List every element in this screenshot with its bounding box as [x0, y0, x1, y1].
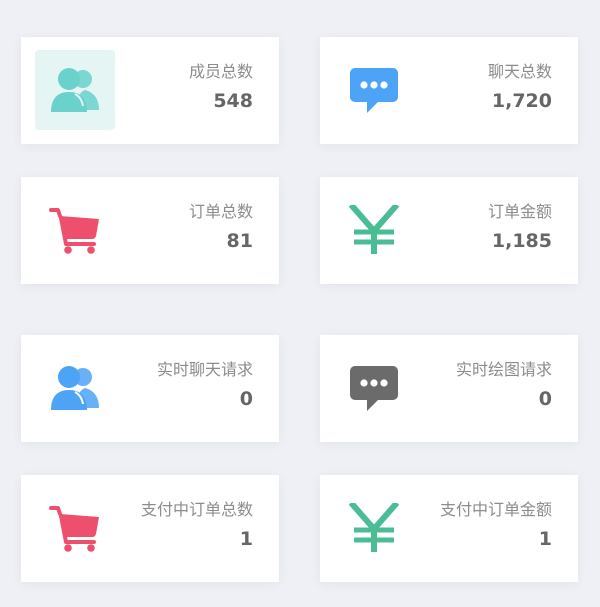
stat-value: 1	[239, 528, 253, 550]
users-icon	[35, 50, 115, 130]
stat-card-orders[interactable]: 订单总数 81	[21, 177, 279, 284]
stat-value: 0	[239, 388, 253, 410]
yen-icon	[334, 190, 414, 270]
stat-label: 成员总数	[188, 62, 253, 81]
stat-label: 支付中订单总数	[140, 500, 253, 519]
stat-card-realtime-chat[interactable]: 实时聊天请求 0	[21, 335, 279, 442]
chat-bubble-icon	[334, 348, 414, 428]
stat-value: 1,185	[491, 230, 552, 252]
shopping-cart-icon	[35, 190, 115, 270]
stat-value: 548	[213, 90, 253, 112]
yen-icon	[334, 488, 414, 568]
stat-card-order-amount[interactable]: 订单金额 1,185	[320, 177, 578, 284]
stat-card-members[interactable]: 成员总数 548	[21, 37, 279, 144]
dashboard-stats: 成员总数 548 聊天总数 1,720 订单总数 81 订单金额 1,185 实…	[0, 0, 600, 607]
stat-card-pending-orders[interactable]: 支付中订单总数 1	[21, 475, 279, 582]
stat-value: 81	[226, 230, 253, 252]
stat-card-realtime-draw[interactable]: 实时绘图请求 0	[320, 335, 578, 442]
users-icon	[35, 348, 115, 428]
stat-value: 1,720	[491, 90, 552, 112]
chat-bubble-icon	[334, 50, 414, 130]
stat-card-pending-amount[interactable]: 支付中订单金额 1	[320, 475, 578, 582]
stat-label: 聊天总数	[487, 62, 552, 81]
stat-value: 1	[538, 528, 552, 550]
stat-card-chats[interactable]: 聊天总数 1,720	[320, 37, 578, 144]
stat-label: 订单总数	[188, 202, 253, 221]
shopping-cart-icon	[35, 488, 115, 568]
stat-label: 支付中订单金额	[439, 500, 552, 519]
stat-value: 0	[538, 388, 552, 410]
stat-label: 实时绘图请求	[455, 360, 552, 379]
stat-label: 订单金额	[487, 202, 552, 221]
stat-label: 实时聊天请求	[156, 360, 253, 379]
